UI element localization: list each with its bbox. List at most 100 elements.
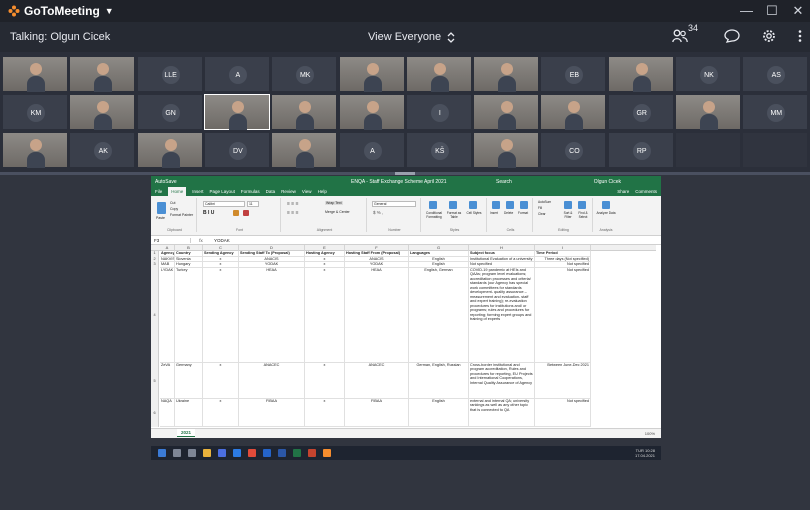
powerpoint-icon[interactable] [308,449,316,457]
cell[interactable]: Ukraine [175,398,203,427]
cell[interactable]: ANACEC [345,362,409,399]
edge-icon[interactable] [233,449,241,457]
share-button[interactable]: Share [617,189,629,194]
ribbon-tab-insert[interactable]: Insert [192,189,203,194]
cell[interactable]: HEAA [239,267,305,363]
analyze-data-icon[interactable] [602,201,610,209]
copy-button[interactable]: Copy [170,207,178,211]
excel-search[interactable]: Search [496,179,512,185]
attendees-button[interactable]: 34 [672,23,698,46]
number-format-icons[interactable]: $ % , [373,210,383,215]
participant-video-tile[interactable] [473,94,540,130]
search-icon[interactable] [173,449,181,457]
cell[interactable]: Not specified [535,267,591,363]
view-selector[interactable]: View Everyone [368,22,455,52]
cell[interactable]: Germany [175,362,203,399]
ribbon-tab-help[interactable]: Help [318,189,327,194]
participant-avatar-tile[interactable]: DV [203,132,270,168]
cell[interactable]: Between June-Dec 2021 [535,362,591,399]
cell[interactable]: Turkey [175,267,203,363]
fx-icon[interactable]: fx [191,238,211,243]
spreadsheet-grid[interactable]: ABCDEFGHI 1 Agency Country Sending Agency Se… [151,245,656,428]
participant-avatar-tile[interactable]: AK [69,132,136,168]
cell[interactable]: FIBAA [345,398,409,427]
autosum-button[interactable]: AutoSum [538,200,551,204]
cell[interactable]: NAQA [160,398,175,427]
cell[interactable]: Cross-border institutional and program a… [469,362,535,399]
outlook-icon[interactable] [263,449,271,457]
bold-button[interactable]: B I U [203,210,214,216]
participant-video-tile[interactable] [338,94,405,130]
shared-excel-window[interactable]: AutoSave ENQA - Staff Exchange Scheme Ap… [151,176,661,438]
cell[interactable]: x [203,267,239,363]
analyze-data-label[interactable]: Analyze Data [595,211,617,215]
cell[interactable]: x [305,398,345,427]
cell[interactable]: FIBAA [239,398,305,427]
format-label[interactable]: Format [518,211,528,215]
participant-avatar-tile[interactable]: NK [675,56,741,92]
excel-taskbar-icon[interactable] [293,449,301,457]
more-options-button[interactable] [798,29,802,46]
formula-input[interactable]: YODAK [211,238,230,243]
cell[interactable]: German, English, Russian [409,362,469,399]
format-as-table-icon[interactable] [449,201,457,209]
participant-avatar-tile[interactable]: CO [540,132,607,168]
cell[interactable]: ZeVA [160,362,175,399]
app-logo[interactable]: GoToMeeting ▼ [8,4,114,18]
ribbon-tab-file[interactable]: File [155,189,162,194]
cell[interactable]: Not specified [535,398,591,427]
conditional-formatting-label[interactable]: Conditional Formatting [424,211,444,219]
font-name-select[interactable]: Calibri [203,201,245,207]
ribbon-tab-formulas[interactable]: Formulas [241,189,260,194]
cell[interactable]: x [305,362,345,399]
participant-video-tile[interactable] [540,94,607,130]
number-format-select[interactable]: General [372,201,416,207]
format-cells-icon[interactable] [520,201,528,209]
file-explorer-icon[interactable] [203,449,211,457]
ribbon-tab-home[interactable]: Home [168,187,187,196]
participant-avatar-tile[interactable]: LLE [136,56,203,92]
close-icon[interactable]: ✕ [792,0,804,22]
participant-video-tile[interactable] [473,56,540,92]
participant-video-tile[interactable] [2,56,68,92]
row-header[interactable]: 6 [151,398,159,427]
cut-button[interactable]: Cut [170,201,175,205]
wrap-text-button[interactable]: Wrap Text [325,201,343,205]
participant-video-tile[interactable] [607,56,674,92]
zoom-level[interactable]: 100% [645,431,655,436]
cell[interactable]: x [203,362,239,399]
participant-video-tile[interactable] [2,132,68,168]
cell[interactable]: external and internal QA; university ran… [469,398,535,427]
participant-video-tile[interactable] [69,94,136,130]
cell[interactable]: COVID-19 pandemic at HEIs and QAAs; prog… [469,267,535,363]
participant-avatar-tile[interactable]: GN [136,94,203,130]
cell[interactable]: LYDAK [160,267,175,363]
insert-label[interactable]: Insert [490,211,498,215]
task-view-icon[interactable] [188,449,196,457]
word-icon[interactable] [278,449,286,457]
participant-avatar-tile[interactable]: I [405,94,472,130]
row-header[interactable]: 5 [151,362,159,399]
fill-color-icon[interactable] [233,210,239,216]
paste-label[interactable]: Paste [156,216,165,220]
cell[interactable]: English [409,398,469,427]
ribbon-tab-page-layout[interactable]: Page Layout [210,189,235,194]
participant-avatar-tile[interactable]: AS [742,56,809,92]
cell[interactable]: ANACEC [239,362,305,399]
participant-video-tile[interactable] [675,94,741,130]
delete-cells-icon[interactable] [506,201,514,209]
participant-avatar-tile[interactable]: KŠ [405,132,472,168]
find-select-label[interactable]: Find & Select [575,211,591,219]
find-select-icon[interactable] [578,201,586,209]
participant-video-tile[interactable] [271,132,338,168]
cell[interactable]: x [203,398,239,427]
ribbon-tab-data[interactable]: Data [266,189,276,194]
merge-center-button[interactable]: Merge & Center [325,210,350,214]
teams-icon[interactable] [218,449,226,457]
participant-avatar-tile[interactable]: MM [742,94,809,130]
participant-video-tile[interactable] [271,94,338,130]
participant-avatar-tile[interactable]: MK [271,56,338,92]
insert-cells-icon[interactable] [492,201,500,209]
cell[interactable]: x [305,267,345,363]
ribbon-tab-review[interactable]: Review [281,189,296,194]
